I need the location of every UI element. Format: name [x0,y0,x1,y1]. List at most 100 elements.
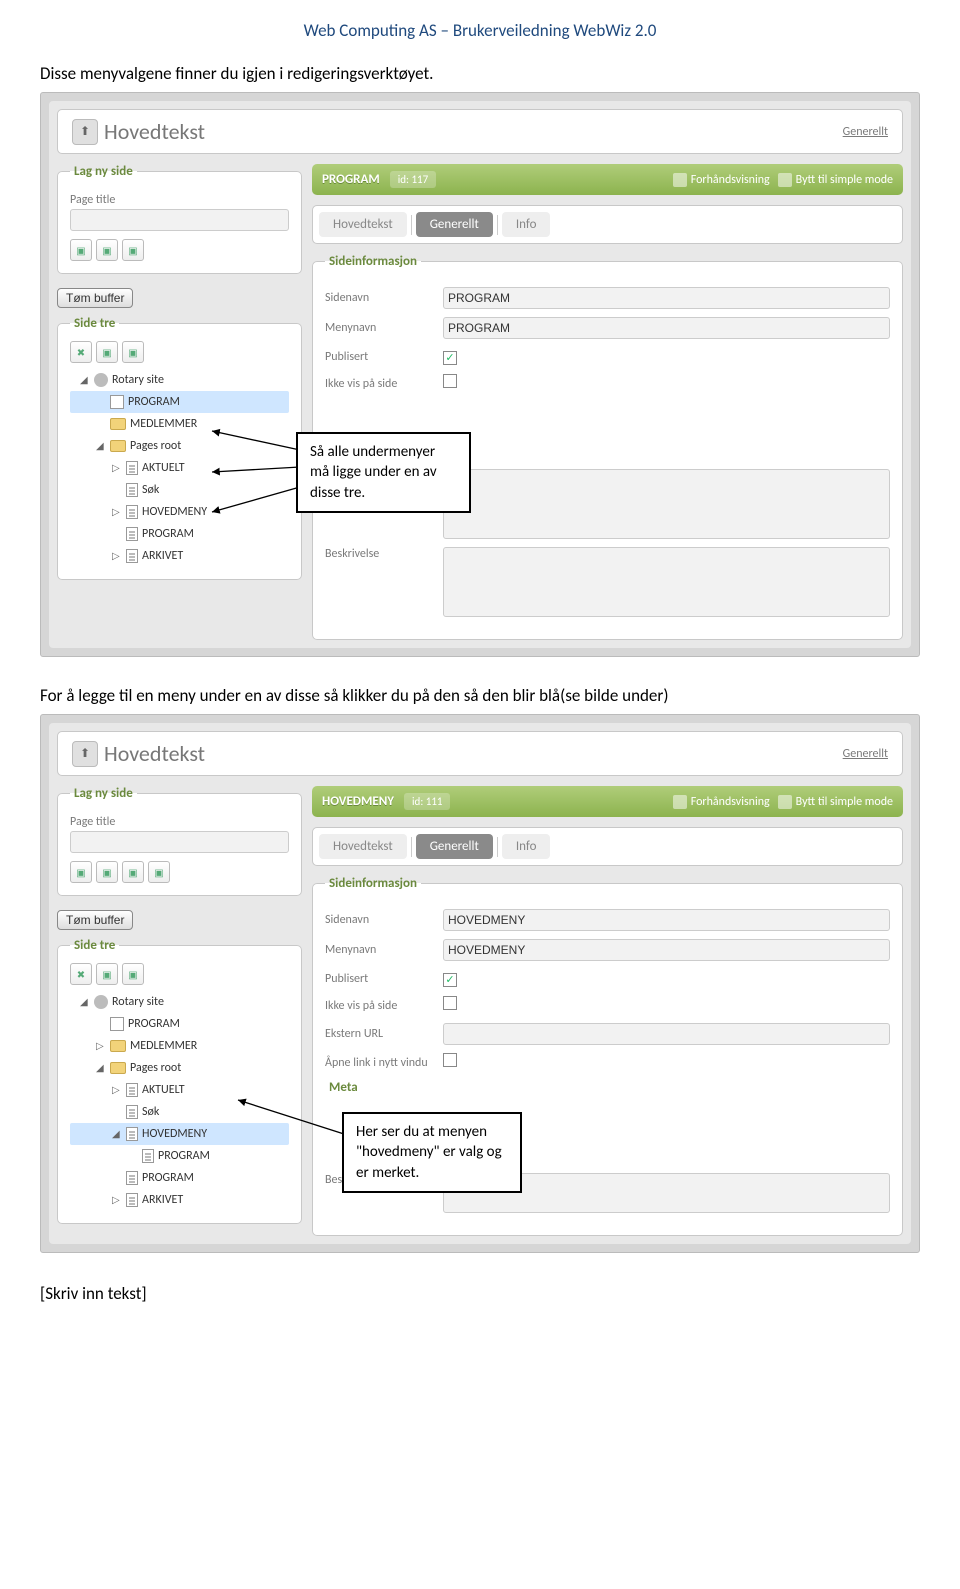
tree-item[interactable]: Søk [70,1101,289,1123]
page-info-legend: Sideinformasjon [325,876,421,891]
doc-icon [126,1171,138,1185]
tab-generellt[interactable]: Generellt [416,834,493,859]
tab-hovedtekst[interactable]: Hovedtekst [319,834,407,859]
apnelink-checkbox[interactable] [443,1053,457,1067]
menynavn-label: Menynavn [325,321,443,335]
back-button[interactable]: ⬆ [72,741,98,767]
folder-icon [110,1040,126,1052]
tree-tool-icon[interactable]: ▣ [122,341,144,363]
menynavn-input[interactable] [443,939,890,961]
ekstern-label: Ekstern URL [325,1027,443,1041]
tree-item[interactable]: PROGRAM [70,1145,289,1167]
green-bar: HOVEDMENY id: 111 Forhåndsvisning Bytt t… [312,786,903,817]
annotation-2: Her ser du at menyen "hovedmeny" er valg… [342,1112,522,1193]
tree-item[interactable]: PROGRAM [70,523,289,545]
middle-text: For å legge til en meny under en av diss… [40,685,920,706]
tree-item[interactable]: ▷HOVEDMENY [70,501,289,523]
top-panel: ⬆ Hovedtekst Generellt [57,109,903,154]
page-title-input[interactable] [70,209,289,231]
mode-icon [778,795,792,809]
doc-icon [126,549,138,563]
tool-icon[interactable]: ▣ [122,861,144,883]
tree-tool-icon[interactable]: ▣ [122,963,144,985]
sidenavn-input[interactable] [443,287,890,309]
tree-item[interactable]: PROGRAM [70,1013,289,1035]
doc-icon [126,461,138,475]
world-icon [94,995,108,1009]
top-right-link[interactable]: Generellt [843,125,888,139]
tree-item[interactable]: ▷ARKIVET [70,1189,289,1211]
tab-bar: Hovedtekst Generellt Info [312,827,903,866]
new-page-legend: Lag ny side [70,786,137,801]
tool-icon[interactable]: ▣ [70,861,92,883]
tree-item-label: PROGRAM [128,1013,180,1035]
page-title-input[interactable] [70,831,289,853]
tree-item[interactable]: ◢Pages root [70,1057,289,1079]
doc-icon [126,1105,138,1119]
nokkelord-textarea[interactable] [443,469,890,539]
tree-item[interactable]: ▷MEDLEMMER [70,1035,289,1057]
tree-item-label: PROGRAM [142,1167,194,1189]
tree-item[interactable]: ◢HOVEDMENY [70,1123,289,1145]
menynavn-input[interactable] [443,317,890,339]
screenshot-1: ⬆ Hovedtekst Generellt Lag ny side Page … [40,92,920,657]
tree-tool-icon[interactable]: ✖ [70,341,92,363]
page-icon [110,395,124,409]
tree-item[interactable]: ▷AKTUELT [70,457,289,479]
publisert-checkbox[interactable]: ✓ [443,351,457,365]
tool-icon[interactable]: ▣ [148,861,170,883]
ikkevis-checkbox[interactable] [443,374,457,388]
tree-item[interactable]: ◢Pages root [70,435,289,457]
page-title-label: Page title [70,815,289,829]
tab-generellt[interactable]: Generellt [416,212,493,237]
side-tree-legend: Side tre [70,938,119,953]
tree-item[interactable]: ▷AKTUELT [70,1079,289,1101]
mode-link[interactable]: Bytt til simple mode [778,173,893,187]
new-page-fieldset: Lag ny side Page title ▣ ▣ ▣ [57,164,302,274]
tab-info[interactable]: Info [502,834,551,859]
page-info-legend: Sideinformasjon [325,254,421,269]
tree-item-label: AKTUELT [142,457,185,479]
tab-hovedtekst[interactable]: Hovedtekst [319,212,407,237]
tree-item[interactable]: ◢Rotary site [70,369,289,391]
doc-icon [126,1083,138,1097]
publisert-checkbox[interactable]: ✓ [443,973,457,987]
doc-icon [126,483,138,497]
tree-tool-icon[interactable]: ▣ [96,341,118,363]
ikkevis-checkbox[interactable] [443,996,457,1010]
tree-item-label: MEDLEMMER [130,413,197,435]
clear-buffer-button[interactable]: Tøm buffer [57,288,133,308]
tree-tool-icon[interactable]: ✖ [70,963,92,985]
folder-icon [110,1062,126,1074]
ekstern-input[interactable] [443,1023,890,1045]
greenbar-title: HOVEDMENY [322,794,394,809]
clear-buffer-button[interactable]: Tøm buffer [57,910,133,930]
preview-link[interactable]: Forhåndsvisning [673,795,770,809]
ikkevis-label: Ikke vis på side [325,377,443,391]
tree-item-label: MEDLEMMER [130,1035,197,1057]
mode-link[interactable]: Bytt til simple mode [778,795,893,809]
sidenavn-input[interactable] [443,909,890,931]
page-icon [110,1017,124,1031]
doc-header: Web Computing AS – Brukerveiledning WebW… [40,20,920,41]
doc-icon [126,1127,138,1141]
tool-icon[interactable]: ▣ [122,239,144,261]
tree-item[interactable]: ◢Rotary site [70,991,289,1013]
tab-info[interactable]: Info [502,212,551,237]
tool-icon[interactable]: ▣ [96,861,118,883]
sidenavn-label: Sidenavn [325,913,443,927]
preview-link[interactable]: Forhåndsvisning [673,173,770,187]
tree-tool-icon[interactable]: ▣ [96,963,118,985]
beskrivelse-textarea[interactable] [443,547,890,617]
tree-item[interactable]: Søk [70,479,289,501]
top-right-link[interactable]: Generellt [843,747,888,761]
new-page-fieldset: Lag ny side Page title ▣ ▣ ▣ ▣ [57,786,302,896]
tree-item[interactable]: PROGRAM [70,1167,289,1189]
tool-icon[interactable]: ▣ [70,239,92,261]
tool-icon[interactable]: ▣ [96,239,118,261]
tree-item[interactable]: MEDLEMMER [70,413,289,435]
back-button[interactable]: ⬆ [72,119,98,145]
tree-item[interactable]: ▷ARKIVET [70,545,289,567]
tree-item-label: PROGRAM [142,523,194,545]
tree-item[interactable]: PROGRAM [70,391,289,413]
